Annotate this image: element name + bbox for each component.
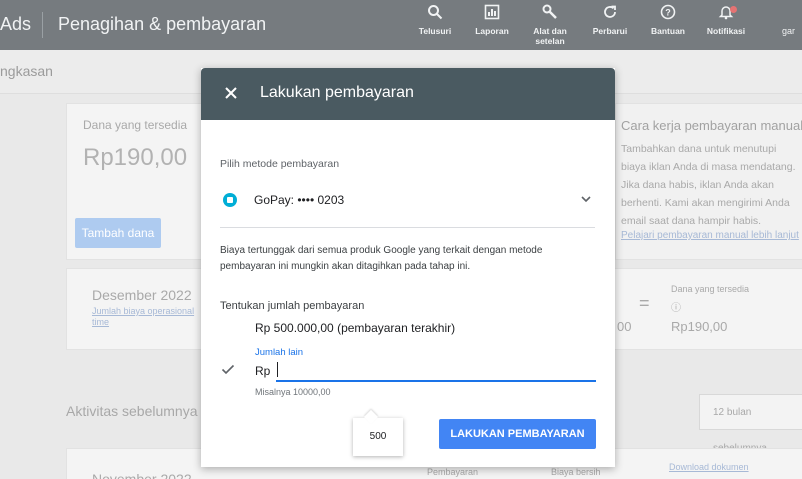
payment-dialog: Lakukan pembayaran Pilih metode pembayar… (201, 68, 615, 467)
search-icon (408, 4, 462, 24)
balance-value: Rp190,00 (83, 144, 188, 171)
divider (42, 12, 43, 38)
report-label: Laporan (475, 26, 509, 36)
close-icon[interactable] (220, 82, 242, 104)
method-label: Pilih metode pembayaran (220, 158, 340, 170)
manual-title: Cara kerja pembayaran manual (621, 118, 802, 133)
report-button[interactable]: Laporan (465, 4, 519, 36)
period-select-value: 12 bulan sebelumnya (713, 407, 767, 454)
chevron-down-icon (579, 192, 593, 206)
billing-notice: Biaya tertunggak dari semua produk Googl… (220, 245, 543, 272)
text-cursor (277, 362, 278, 377)
autocomplete-suggestion[interactable]: 500 (353, 418, 403, 456)
tools-label: Alat dan setelan (533, 26, 567, 46)
refresh-icon (583, 4, 637, 24)
available-value: Rp190,00 (671, 319, 728, 334)
refresh-button[interactable]: Perbarui (583, 4, 637, 36)
month-link[interactable]: Jumlah biaya operasional time (92, 306, 207, 328)
notification-button[interactable]: Notifikasi (699, 4, 753, 36)
dialog-title: Lakukan pembayaran (260, 84, 414, 101)
report-icon (465, 4, 519, 24)
manual-info-card: Cara kerja pembayaran manual Tambahkan d… (615, 103, 802, 260)
period-select[interactable]: 12 bulan sebelumnya (699, 394, 802, 454)
other-amount-label: Jumlah lain (255, 347, 304, 358)
help-label: Bantuan (651, 26, 685, 36)
month-label: Desember 2022 (92, 287, 192, 303)
notification-label: Notifikasi (706, 26, 746, 36)
help-icon: ? (641, 4, 695, 24)
currency-prefix: Rp (255, 364, 271, 378)
wrench-icon (523, 4, 577, 24)
activity-title: Aktivitas sebelumnya (66, 403, 198, 419)
col-payments: Pembayaran (427, 467, 479, 477)
breadcrumb: ngkasan (0, 63, 53, 79)
search-button[interactable]: Telusuri (408, 4, 462, 36)
refresh-label: Perbarui (592, 26, 628, 36)
amount-label: Tentukan jumlah pembayaran (220, 300, 365, 312)
make-payment-button[interactable]: LAKUKAN PEMBAYARAN (439, 419, 596, 449)
payment-method-select[interactable]: GoPay: •••• 0203 (220, 183, 595, 228)
manual-link[interactable]: Pelajari pembayaran manual lebih lanjut (621, 230, 799, 241)
amount-hint: Misalnya 10000,00 (255, 387, 331, 397)
user-account[interactable]: gar (782, 26, 795, 36)
add-funds-button[interactable]: Tambah dana (75, 218, 161, 248)
tools-button[interactable]: Alat dan setelan (523, 4, 577, 46)
col-charges: Biaya bersih (551, 467, 601, 477)
balance-label: Dana yang tersedia (83, 118, 188, 132)
amount-input[interactable] (276, 358, 596, 382)
info-icon: ⓘ (671, 303, 681, 314)
help-button[interactable]: ? Bantuan (641, 4, 695, 36)
payment-method-value: GoPay: •••• 0203 (254, 193, 345, 207)
check-icon (220, 361, 236, 377)
available-label: Dana yang tersedia (671, 284, 750, 294)
manual-body: Tambahkan dana untuk menutupi biaya ikla… (621, 143, 796, 227)
partial-value: 00 (617, 319, 632, 334)
download-link[interactable]: Download dokumen (669, 462, 749, 472)
brand-logo: Ads (0, 14, 32, 34)
page-title: Penagihan & pembayaran (58, 14, 267, 34)
bell-icon (699, 4, 753, 24)
last-payment-option[interactable]: Rp 500.000,00 (pembayaran terakhir) (255, 321, 455, 335)
equals-sign: = (639, 293, 650, 313)
search-label: Telusuri (418, 26, 452, 36)
notification-badge (730, 6, 737, 13)
next-month-label: November 2022 (92, 471, 192, 479)
dialog-header: Lakukan pembayaran (201, 68, 615, 120)
top-bar: Ads Penagihan & pembayaran Telusuri Lapo… (0, 0, 802, 50)
gopay-icon (223, 193, 237, 207)
svg-text:?: ? (665, 8, 671, 18)
